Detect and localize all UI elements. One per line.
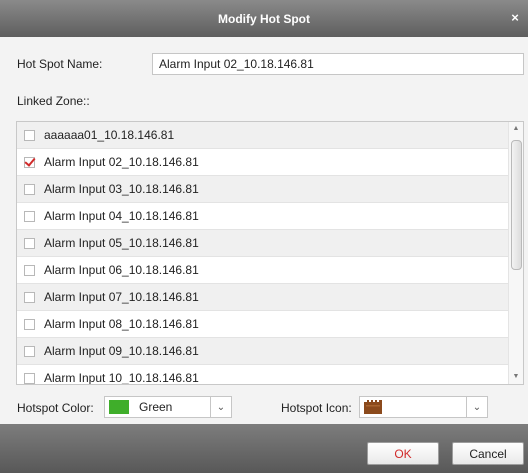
zone-list-item[interactable]: Alarm Input 05_10.18.146.81 (17, 230, 510, 257)
hotspot-icon-select[interactable]: ⌄ (359, 396, 488, 418)
chevron-down-icon[interactable]: ⌄ (210, 397, 231, 417)
dialog-titlebar[interactable]: Modify Hot Spot × (0, 0, 528, 37)
ok-button[interactable]: OK (367, 442, 439, 465)
zone-checkbox[interactable] (24, 372, 35, 384)
zone-rows: aaaaaa01_10.18.146.81 Alarm Input 02_10.1… (17, 122, 510, 385)
zone-label: Alarm Input 04_10.18.146.81 (44, 209, 199, 223)
scroll-thumb[interactable] (511, 140, 522, 270)
hotspot-color-text: Green (139, 400, 173, 414)
scroll-down-icon[interactable]: ▼ (509, 370, 523, 384)
zone-list-item[interactable]: Alarm Input 04_10.18.146.81 (17, 203, 510, 230)
hot-spot-name-label: Hot Spot Name: (17, 57, 103, 71)
zone-label: Alarm Input 03_10.18.146.81 (44, 182, 199, 196)
hot-spot-name-input[interactable] (152, 53, 524, 75)
hotspot-icon-label: Hotspot Icon: (281, 401, 352, 415)
zone-checkbox[interactable] (24, 210, 35, 222)
hotspot-color-value: Green (105, 400, 210, 414)
castle-icon (364, 400, 382, 414)
hotspot-color-select[interactable]: Green ⌄ (104, 396, 232, 418)
zone-label: Alarm Input 10_10.18.146.81 (44, 371, 199, 385)
zone-list-item[interactable]: Alarm Input 10_10.18.146.81 (17, 365, 510, 385)
zone-checkbox[interactable] (24, 156, 35, 168)
zone-list-item[interactable]: Alarm Input 09_10.18.146.81 (17, 338, 510, 365)
zone-list-item[interactable]: Alarm Input 02_10.18.146.81 (17, 149, 510, 176)
chevron-down-icon[interactable]: ⌄ (466, 397, 487, 417)
zone-checkbox[interactable] (24, 318, 35, 330)
cancel-button[interactable]: Cancel (452, 442, 524, 465)
zone-checkbox[interactable] (24, 264, 35, 276)
zone-checkbox[interactable] (24, 129, 35, 141)
green-swatch-icon (109, 400, 129, 414)
dialog-footer: OK Cancel (0, 424, 528, 473)
zone-list-item[interactable]: Alarm Input 07_10.18.146.81 (17, 284, 510, 311)
modify-hot-spot-dialog: Modify Hot Spot × Hot Spot Name: Linked … (0, 0, 528, 473)
linked-zone-list: aaaaaa01_10.18.146.81 Alarm Input 02_10.1… (16, 121, 524, 385)
zone-checkbox[interactable] (24, 345, 35, 357)
linked-zone-label: Linked Zone:: (17, 94, 90, 108)
close-icon[interactable]: × (508, 11, 522, 25)
dialog-title: Modify Hot Spot (218, 11, 310, 26)
dialog-body: Hot Spot Name: Linked Zone:: aaaaaa01_10… (0, 37, 528, 424)
zone-list-item[interactable]: Alarm Input 06_10.18.146.81 (17, 257, 510, 284)
hotspot-color-label: Hotspot Color: (17, 401, 94, 415)
zone-list-item[interactable]: Alarm Input 03_10.18.146.81 (17, 176, 510, 203)
zone-list-scrollbar[interactable]: ▲ ▼ (508, 122, 523, 384)
zone-list-item[interactable]: aaaaaa01_10.18.146.81 (17, 122, 510, 149)
zone-label: Alarm Input 08_10.18.146.81 (44, 317, 199, 331)
zone-label: Alarm Input 09_10.18.146.81 (44, 344, 199, 358)
zone-label: Alarm Input 05_10.18.146.81 (44, 236, 199, 250)
scroll-up-icon[interactable]: ▲ (509, 122, 523, 136)
zone-checkbox[interactable] (24, 183, 35, 195)
zone-label: Alarm Input 06_10.18.146.81 (44, 263, 199, 277)
hotspot-icon-value (360, 400, 466, 414)
zone-label: Alarm Input 02_10.18.146.81 (44, 155, 199, 169)
zone-label: Alarm Input 07_10.18.146.81 (44, 290, 199, 304)
zone-list-item[interactable]: Alarm Input 08_10.18.146.81 (17, 311, 510, 338)
zone-checkbox[interactable] (24, 237, 35, 249)
zone-checkbox[interactable] (24, 291, 35, 303)
zone-label: aaaaaa01_10.18.146.81 (44, 128, 175, 142)
